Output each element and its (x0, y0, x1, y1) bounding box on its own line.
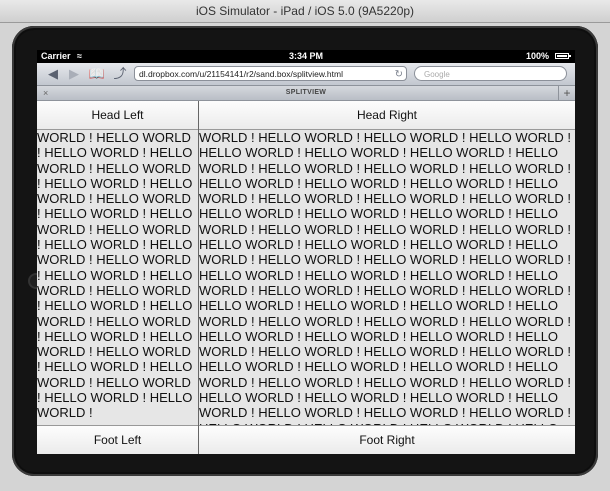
share-icon[interactable]: ⤴ (110, 65, 130, 83)
forward-arrow-icon[interactable]: ▶ (64, 65, 84, 83)
ipad-screen: Carrier ≈ 3:34 PM 100% ◀ ▶ 📖 ⤴ dl.dropbo… (37, 50, 575, 454)
battery-percent: 100% (525, 51, 549, 61)
battery-icon (555, 53, 571, 59)
bookmarks-icon[interactable]: 📖 (87, 65, 107, 83)
pane-divider (198, 101, 199, 454)
safari-toolbar: ◀ ▶ 📖 ⤴ dl.dropbox.com/u/21154141/r2/san… (37, 63, 575, 86)
foot-right: Foot Right (199, 425, 575, 454)
head-left: Head Left (37, 101, 198, 130)
window-title: iOS Simulator - iPad / iOS 5.0 (9A5220p) (0, 0, 610, 23)
url-text: dl.dropbox.com/u/21154141/r2/sand.box/sp… (139, 69, 343, 79)
head-right: Head Right (199, 101, 575, 130)
search-input[interactable]: Google (414, 66, 567, 81)
tab-title[interactable]: SPLITVIEW (37, 86, 575, 100)
status-time: 3:34 PM (288, 51, 323, 61)
back-arrow-icon[interactable]: ◀ (43, 65, 63, 83)
status-bar: Carrier ≈ 3:34 PM 100% (37, 50, 575, 63)
address-bar[interactable]: dl.dropbox.com/u/21154141/r2/sand.box/sp… (134, 66, 407, 81)
page-content: Head Left Head Right WORLD ! HELLO WORLD… (37, 101, 575, 454)
right-pane-text[interactable]: WORLD ! HELLO WORLD ! HELLO WORLD ! HELL… (199, 130, 575, 425)
new-tab-button[interactable]: + (558, 86, 575, 100)
reload-icon[interactable]: ↻ (395, 67, 403, 80)
foot-left: Foot Left (37, 425, 198, 454)
tab-bar: × SPLITVIEW + (37, 86, 575, 101)
left-pane-text[interactable]: WORLD ! HELLO WORLD ! HELLO WORLD ! HELL… (37, 130, 198, 425)
